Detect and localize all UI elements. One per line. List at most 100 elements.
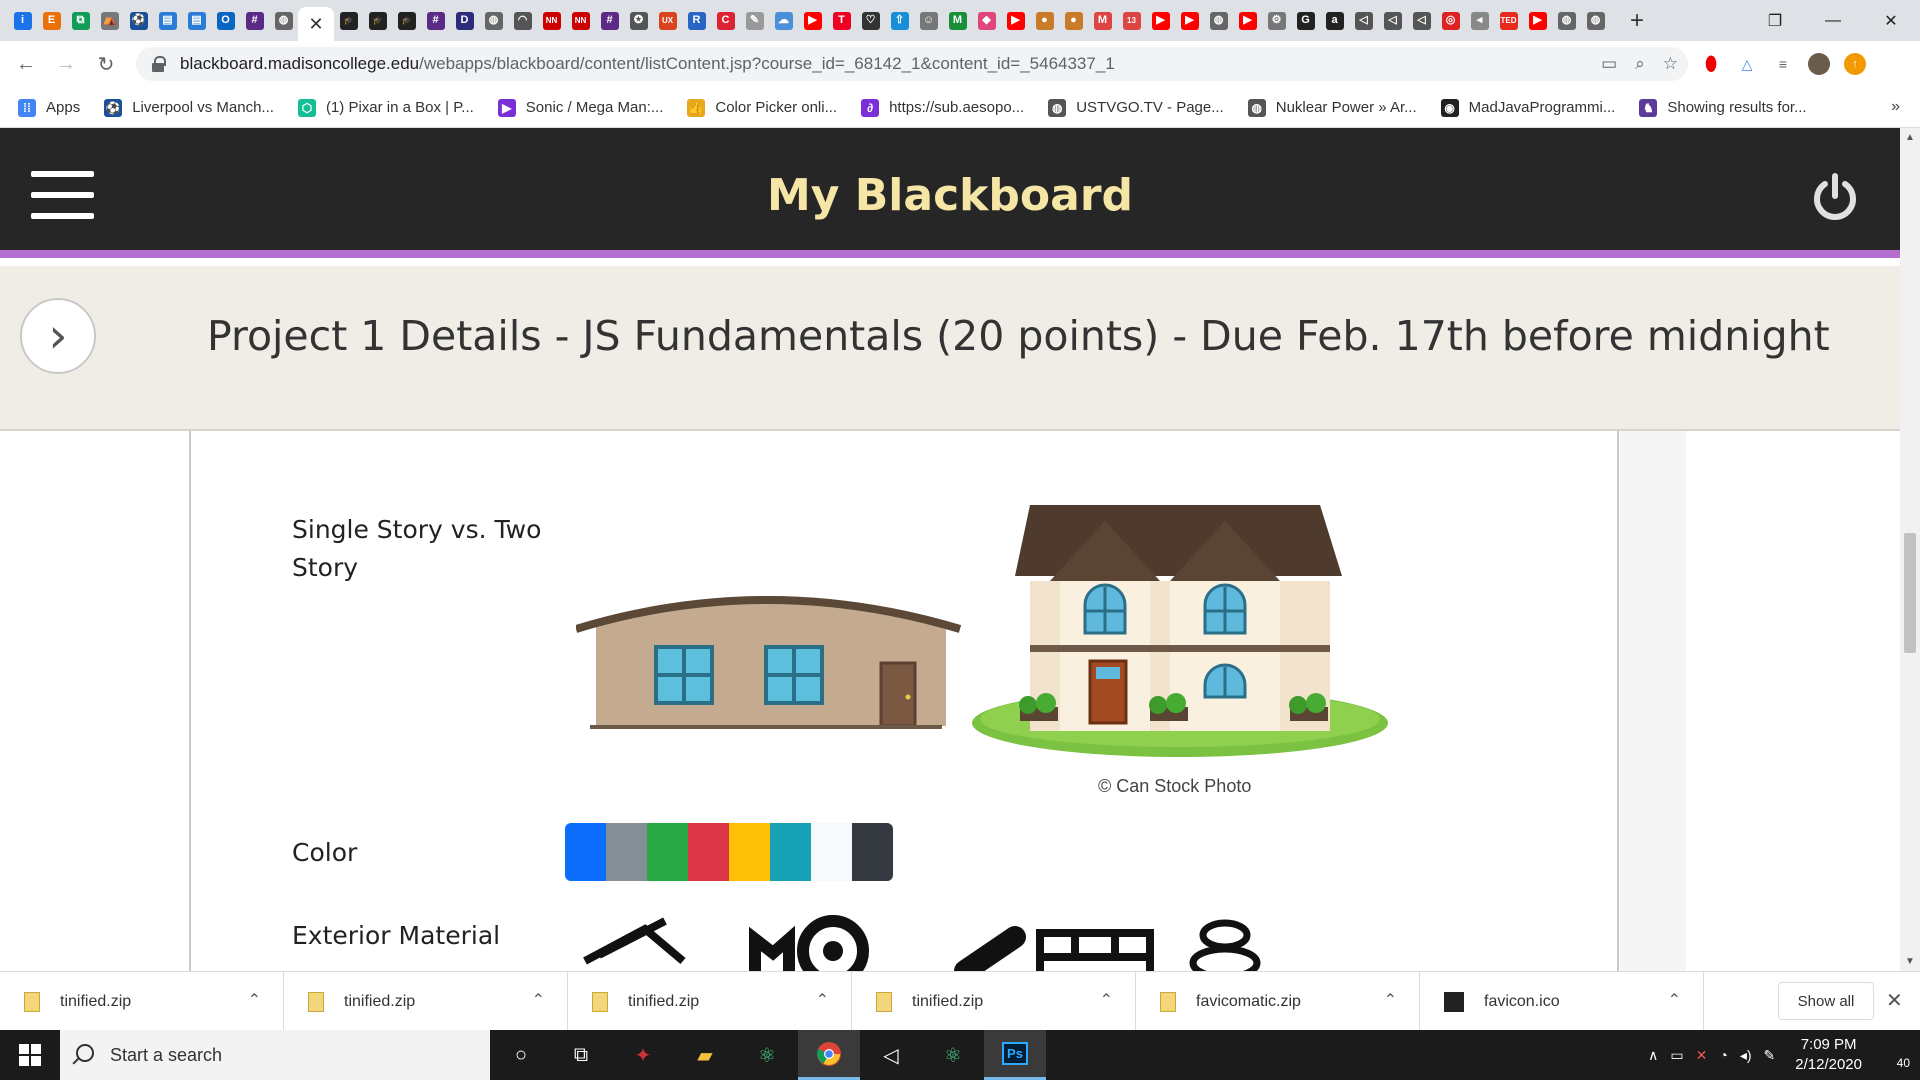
download-item[interactable]: tinified.zip ⌃ bbox=[852, 972, 1136, 1031]
cloud-tab[interactable]: ☁ bbox=[769, 7, 798, 35]
file2-tab[interactable]: ▤ bbox=[182, 7, 211, 35]
cookie2-tab[interactable]: ● bbox=[1059, 7, 1088, 35]
atom-icon[interactable]: ⚛ bbox=[736, 1030, 798, 1080]
forward-icon[interactable]: → bbox=[50, 49, 82, 81]
gear-tab[interactable]: ⚙ bbox=[1262, 7, 1291, 35]
color-swatch[interactable] bbox=[811, 823, 852, 881]
download-item[interactable]: favicon.ico ⌃ bbox=[1420, 972, 1704, 1031]
back-icon[interactable]: ← bbox=[10, 49, 42, 81]
diamond-tab[interactable]: ◆ bbox=[972, 7, 1001, 35]
photoshop-icon[interactable]: Ps bbox=[984, 1030, 1046, 1080]
blue-tab[interactable]: ⧉ bbox=[66, 7, 95, 35]
atom2-icon[interactable]: ⚛ bbox=[922, 1030, 984, 1080]
course-menu-toggle-button[interactable]: › bbox=[20, 298, 96, 374]
grid2-tab[interactable]: # bbox=[421, 7, 450, 35]
update-icon[interactable]: ↑ bbox=[1844, 53, 1866, 75]
c-tab[interactable]: C bbox=[711, 7, 740, 35]
color-swatch[interactable] bbox=[770, 823, 811, 881]
game-app-icon[interactable]: ✦ bbox=[612, 1030, 674, 1080]
mortarboard-tab[interactable]: 🎓 bbox=[334, 7, 363, 35]
t-tab[interactable]: T bbox=[827, 7, 856, 35]
show-all-downloads-button[interactable]: Show all bbox=[1778, 982, 1874, 1020]
youtube2-tab[interactable]: ▶ bbox=[1001, 7, 1030, 35]
bookmark-item[interactable]: ♞ Showing results for... bbox=[1639, 98, 1807, 117]
opera-extension-icon[interactable]: ⬮ bbox=[1700, 53, 1722, 75]
scroll-up-icon[interactable]: ▲ bbox=[1900, 132, 1920, 143]
target-tab[interactable]: ◎ bbox=[1436, 7, 1465, 35]
start-button[interactable] bbox=[0, 1030, 60, 1080]
rainbow-tab[interactable]: ◠ bbox=[508, 7, 537, 35]
close-window-button[interactable]: ✕ bbox=[1862, 0, 1920, 41]
tent-tab[interactable]: ⛺ bbox=[95, 7, 124, 35]
cortana-icon[interactable]: ○ bbox=[490, 1030, 552, 1080]
cast-icon[interactable]: ▭ bbox=[1601, 54, 1617, 74]
zoom-icon[interactable]: ⌕ bbox=[1635, 54, 1645, 74]
color-swatch[interactable] bbox=[729, 823, 770, 881]
ted-tab[interactable]: TED bbox=[1494, 7, 1523, 35]
volume-icon[interactable]: ◂) bbox=[1740, 1047, 1752, 1064]
file-tab[interactable]: ▤ bbox=[153, 7, 182, 35]
g-tab[interactable]: G bbox=[1291, 7, 1320, 35]
minimize-button[interactable]: — bbox=[1804, 0, 1862, 41]
download-item[interactable]: tinified.zip ⌃ bbox=[568, 972, 852, 1031]
download-item[interactable]: tinified.zip ⌃ bbox=[284, 972, 568, 1031]
bookmark-item[interactable]: ⁞⁞ Apps bbox=[18, 98, 80, 117]
scroll-down-icon[interactable]: ▼ bbox=[1900, 956, 1920, 967]
chevron-up-icon[interactable]: ⌃ bbox=[1668, 990, 1681, 1010]
amazon-tab[interactable]: a bbox=[1320, 7, 1349, 35]
download-item[interactable]: favicomatic.zip ⌃ bbox=[1136, 972, 1420, 1031]
youtube4-tab[interactable]: ▶ bbox=[1175, 7, 1204, 35]
taskbar-search-box[interactable]: Start a search bbox=[60, 1030, 490, 1080]
notification-center-icon[interactable]: 40 bbox=[1880, 1040, 1910, 1070]
chrome-icon[interactable] bbox=[798, 1030, 860, 1080]
bookmark-item[interactable]: ▶ Sonic / Mega Man:... bbox=[497, 98, 663, 117]
bookmark-item[interactable]: ∂ https://sub.aesopo... bbox=[861, 98, 1024, 117]
page-scrollbar[interactable]: ▲ ▼ bbox=[1900, 128, 1920, 971]
speaker-tab[interactable]: ◂ bbox=[1465, 7, 1494, 35]
chevron-up-icon[interactable]: ⌃ bbox=[532, 990, 545, 1010]
soccer-tab[interactable]: ⚽ bbox=[124, 7, 153, 35]
chevron-up-icon[interactable]: ⌃ bbox=[1384, 990, 1397, 1010]
color-swatch[interactable] bbox=[647, 823, 688, 881]
star-tab[interactable]: ✪ bbox=[624, 7, 653, 35]
pen-icon[interactable]: ✎ bbox=[1764, 1047, 1776, 1064]
close-tab-icon[interactable]: ✕ bbox=[308, 14, 323, 35]
reload-icon[interactable]: ↻ bbox=[90, 49, 122, 81]
mask-tab[interactable]: ☺ bbox=[914, 7, 943, 35]
outlook-tab[interactable]: O bbox=[211, 7, 240, 35]
grid-tab[interactable]: # bbox=[240, 7, 269, 35]
vs-tab[interactable]: ◁ bbox=[1349, 7, 1378, 35]
info-tab[interactable]: i bbox=[8, 7, 37, 35]
mortarboard2-tab[interactable]: 🎓 bbox=[363, 7, 392, 35]
calendar-tab[interactable]: 13 bbox=[1117, 7, 1146, 35]
bookmark-item[interactable]: ⬡ (1) Pixar in a Box | P... bbox=[297, 98, 474, 117]
address-bar[interactable]: blackboard.madisoncollege.edu/webapps/bl… bbox=[136, 47, 1688, 81]
drive-extension-icon[interactable]: △ bbox=[1736, 53, 1758, 75]
youtube5-tab[interactable]: ▶ bbox=[1233, 7, 1262, 35]
download-item[interactable]: tinified.zip ⌃ bbox=[0, 972, 284, 1031]
bookmark-star-icon[interactable]: ☆ bbox=[1663, 54, 1678, 74]
heart-tab[interactable]: ♡ bbox=[856, 7, 885, 35]
nn-tab[interactable]: NN bbox=[537, 7, 566, 35]
ux-tab[interactable]: UX bbox=[653, 7, 682, 35]
gmail-tab[interactable]: M bbox=[1088, 7, 1117, 35]
chevron-up-icon[interactable]: ⌃ bbox=[248, 990, 261, 1010]
globe2-tab[interactable]: ◍ bbox=[479, 7, 508, 35]
globe5-tab[interactable]: ◍ bbox=[1581, 7, 1610, 35]
bookmark-item[interactable]: ◍ USTVGO.TV - Page... bbox=[1048, 98, 1224, 117]
scroll-thumb[interactable] bbox=[1904, 533, 1916, 653]
maximize-button[interactable]: ❐ bbox=[1746, 0, 1804, 41]
youtube-tab[interactable]: ▶ bbox=[798, 7, 827, 35]
globe4-tab[interactable]: ◍ bbox=[1552, 7, 1581, 35]
dansdoll-tab[interactable]: D bbox=[450, 7, 479, 35]
network-error-icon[interactable]: ✕ bbox=[1696, 1047, 1708, 1064]
nn2-tab[interactable]: NN bbox=[566, 7, 595, 35]
globe3-tab[interactable]: ◍ bbox=[1204, 7, 1233, 35]
file-explorer-icon[interactable]: ▰ bbox=[674, 1030, 736, 1080]
chevron-up-icon[interactable]: ⌃ bbox=[816, 990, 829, 1010]
task-view-icon[interactable]: ⧉ bbox=[550, 1030, 612, 1080]
m-tab[interactable]: M bbox=[943, 7, 972, 35]
vs2-tab[interactable]: ◁ bbox=[1378, 7, 1407, 35]
color-swatch[interactable] bbox=[688, 823, 729, 881]
lock-icon[interactable] bbox=[152, 56, 166, 72]
